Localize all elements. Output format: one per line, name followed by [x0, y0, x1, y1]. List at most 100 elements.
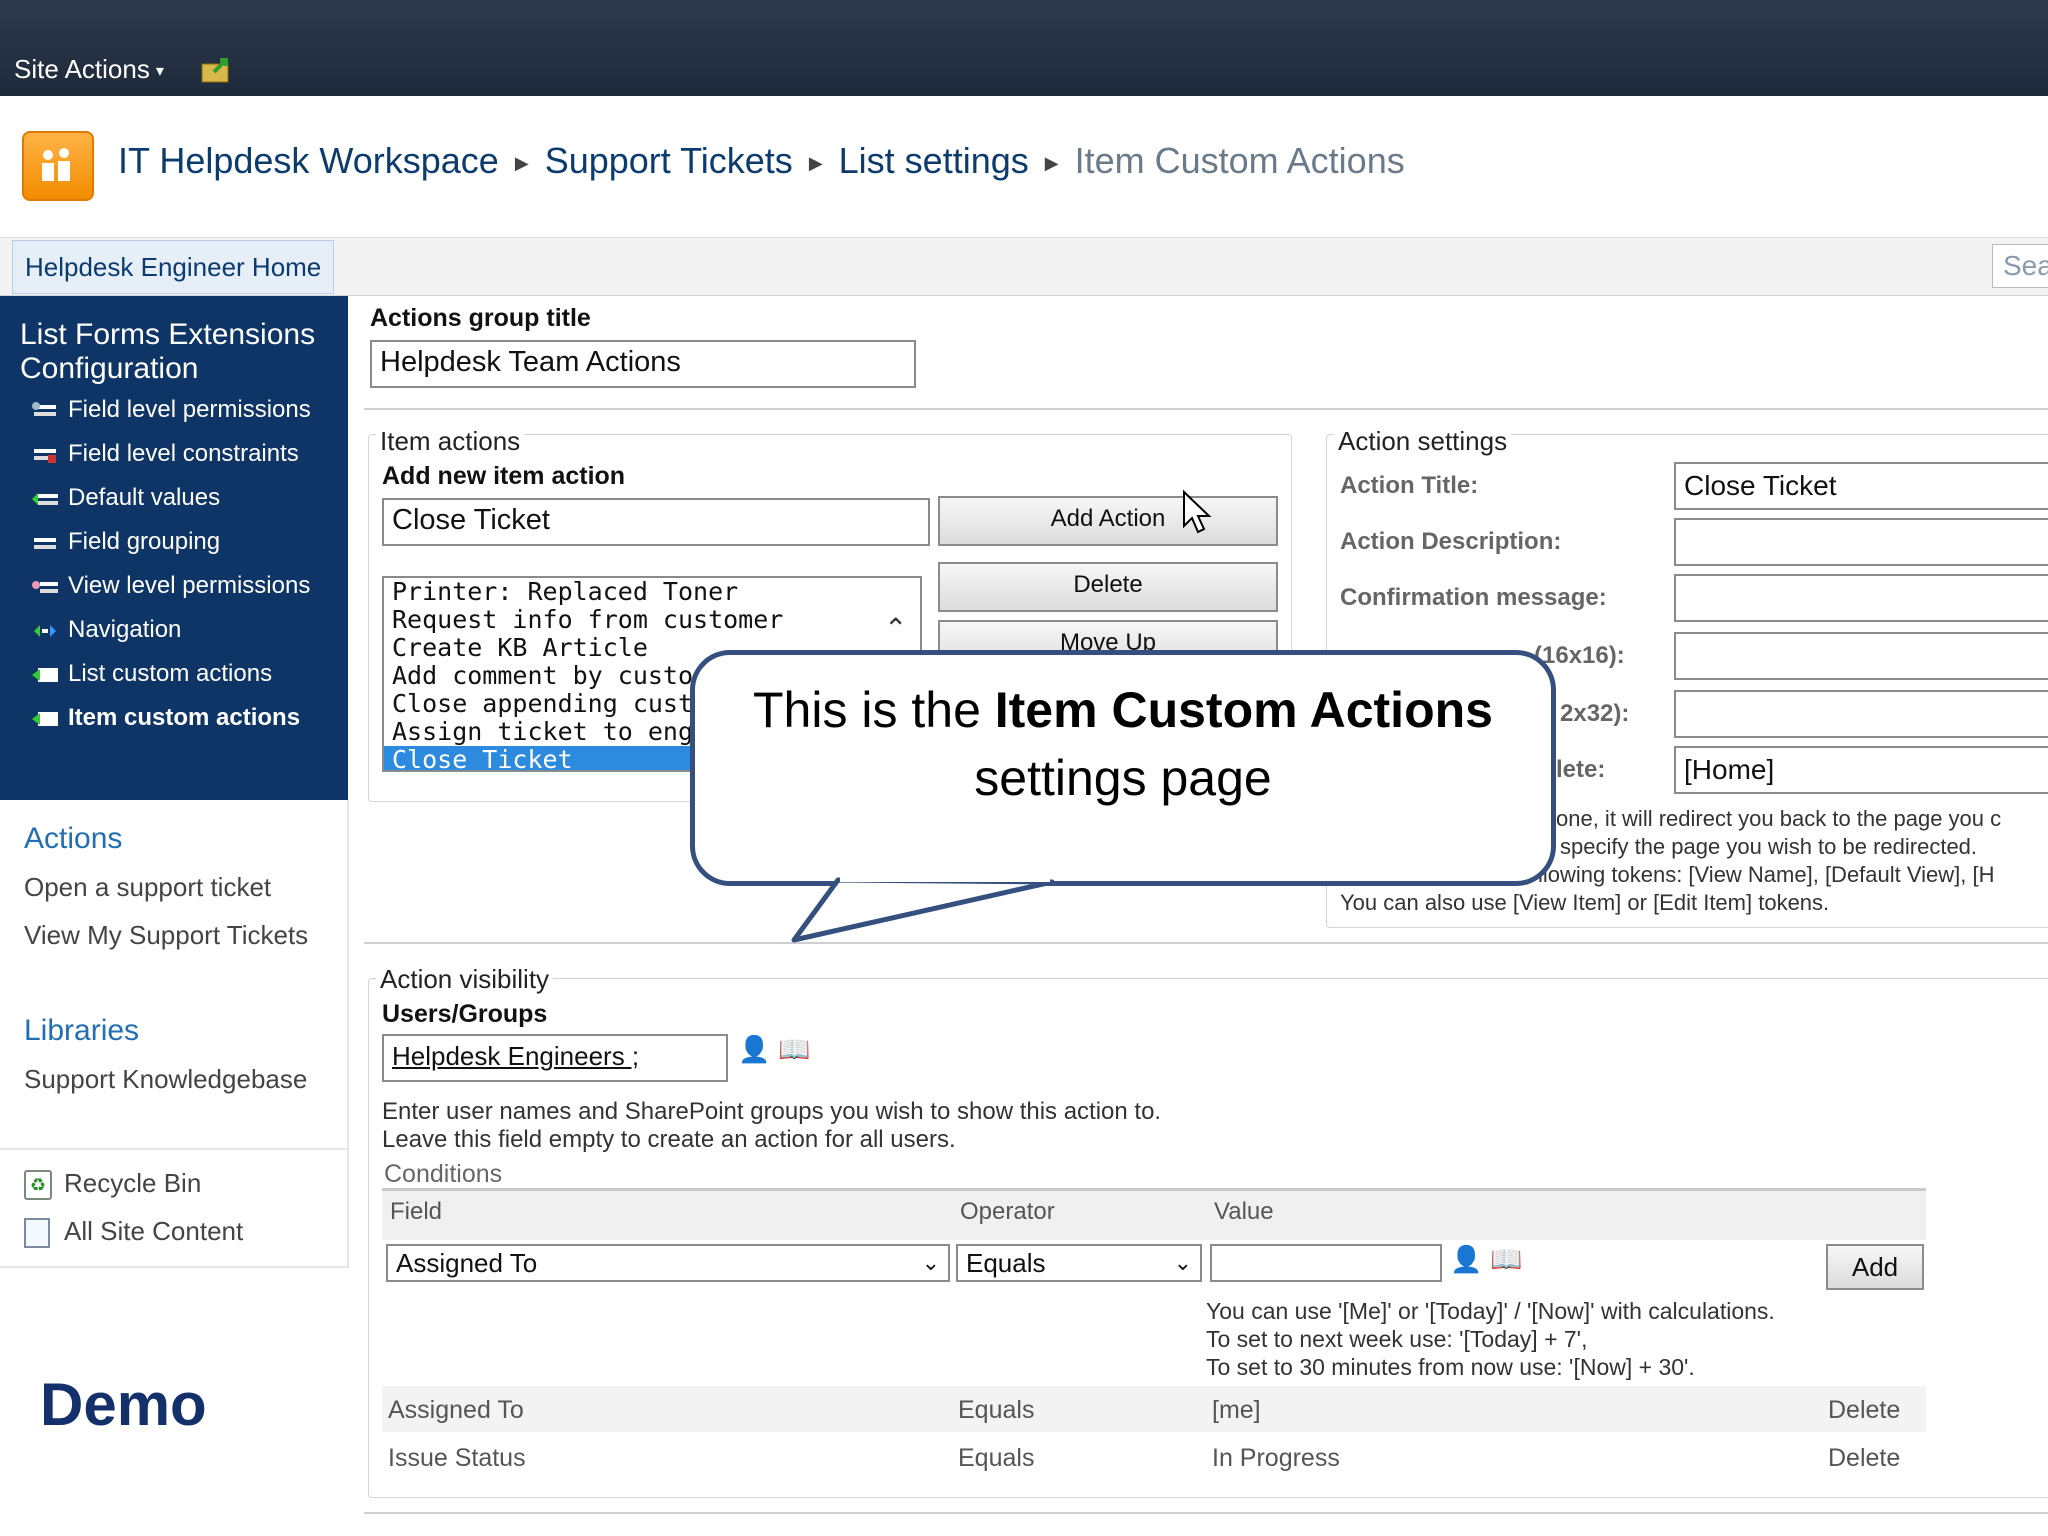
icon32-url-input[interactable] — [1674, 690, 2048, 738]
nav-label: Field level constraints — [68, 440, 299, 467]
delete-action-button[interactable]: Delete — [938, 562, 1278, 612]
navigation-icon — [34, 624, 56, 637]
users-groups-label: Users/Groups — [382, 1000, 548, 1028]
field-constraints-icon — [34, 448, 56, 463]
nav-default-values[interactable]: Default values — [30, 484, 220, 512]
item-actions-icon — [32, 711, 58, 726]
condition-operator: Equals — [958, 1396, 1035, 1424]
nav-field-grouping[interactable]: Field grouping — [30, 528, 220, 556]
condition-value-input[interactable] — [1210, 1244, 1442, 1282]
nav-navigation[interactable]: Navigation — [30, 616, 181, 644]
breadcrumb-current: Item Custom Actions — [1074, 140, 1405, 181]
arrow-right-icon: ▶ — [1044, 152, 1059, 173]
nav-label: Default values — [68, 484, 221, 511]
group-title-input[interactable]: Helpdesk Team Actions — [370, 340, 916, 388]
users-groups-input[interactable]: Helpdesk Engineers ; — [382, 1034, 728, 1082]
condition-value: [me] — [1212, 1396, 1261, 1424]
chevron-down-icon: ⌄ — [921, 1250, 940, 1275]
action-title-input[interactable]: Close Ticket — [1674, 462, 2048, 510]
new-action-input[interactable]: Close Ticket — [382, 498, 930, 546]
all-site-content-link[interactable]: All Site Content — [24, 1216, 244, 1249]
divider — [364, 1512, 2048, 1514]
arrow-right-icon: ▶ — [514, 152, 529, 173]
column-header-operator: Operator — [960, 1198, 1055, 1225]
icon16-url-input[interactable] — [1674, 632, 2048, 680]
breadcrumb-site[interactable]: IT Helpdesk Workspace — [118, 140, 499, 181]
column-header-value: Value — [1214, 1198, 1274, 1225]
search-input[interactable]: Sea — [1992, 244, 2048, 288]
confirmation-message-input[interactable] — [1674, 574, 2048, 622]
field-permissions-icon — [32, 401, 56, 416]
redirect-label: lete: — [1556, 756, 1606, 783]
list-item[interactable]: Request info from customer — [384, 606, 920, 634]
site-actions-menu[interactable]: Site Actions ▾ — [14, 54, 164, 85]
condition-field: Assigned To — [388, 1396, 524, 1424]
redirect-input[interactable]: [Home] — [1674, 746, 2048, 794]
add-action-button[interactable]: Add Action — [938, 496, 1278, 546]
tab-home[interactable]: Helpdesk Engineer Home — [12, 240, 335, 294]
nav-field-level-permissions[interactable]: Field level permissions — [30, 396, 311, 424]
nav-field-level-constraints[interactable]: Field level constraints — [30, 440, 299, 468]
group-title-label: Actions group title — [370, 304, 591, 332]
condition-operator-value: Equals — [966, 1248, 1046, 1278]
all-site-content-label: All Site Content — [64, 1216, 244, 1246]
condition-row: Assigned To Equals [me] Delete — [382, 1386, 1926, 1432]
navigate-up-icon[interactable] — [200, 52, 234, 86]
condition-operator-select[interactable]: Equals ⌄ — [956, 1244, 1202, 1282]
nav-label: Field level permissions — [68, 396, 311, 423]
add-condition-button[interactable]: Add — [1826, 1244, 1924, 1290]
divider — [0, 1266, 348, 1268]
nav-view-level-permissions[interactable]: View level permissions — [30, 572, 310, 600]
nav-item-custom-actions[interactable]: Item custom actions — [30, 704, 300, 732]
check-names-icon[interactable]: 👤 — [738, 1034, 770, 1064]
ribbon-bar — [0, 0, 2048, 96]
nav-label: Field grouping — [68, 528, 221, 555]
divider — [347, 800, 349, 1268]
breadcrumb-list[interactable]: Support Tickets — [545, 140, 793, 181]
people-picker-buttons: 👤 📖 — [738, 1034, 811, 1065]
condition-field-value: Assigned To — [396, 1248, 538, 1278]
confirmation-message-label: Confirmation message: — [1340, 584, 1607, 611]
list-actions-icon — [32, 667, 58, 682]
icon32-label: 2x32): — [1560, 700, 1630, 727]
view-permissions-icon — [32, 580, 58, 593]
redirect-hint: specify the page you wish to be redirect… — [1560, 834, 1978, 859]
redirect-hint: one, it will redirect you back to the pa… — [1556, 806, 2002, 831]
delete-condition-link[interactable]: Delete — [1828, 1444, 1900, 1473]
callout-text: This is the Item Custom Actions settings … — [700, 676, 1546, 812]
action-description-input[interactable] — [1674, 518, 2048, 566]
action-description-label: Action Description: — [1340, 528, 1562, 555]
nav-list-custom-actions[interactable]: List custom actions — [30, 660, 272, 688]
action-visibility-legend: Action visibility — [376, 964, 554, 995]
add-new-item-action-label: Add new item action — [382, 462, 626, 490]
condition-field-select[interactable]: Assigned To ⌄ — [386, 1244, 950, 1282]
list-item[interactable]: Printer: Replaced Toner — [384, 578, 920, 606]
check-names-icon[interactable]: 👤 — [1450, 1244, 1482, 1274]
quicklaunch-libraries-heading[interactable]: Libraries — [24, 1014, 139, 1048]
scroll-up-icon[interactable]: ⌃ — [884, 612, 907, 645]
column-header-field: Field — [390, 1198, 443, 1225]
value-picker-buttons: 👤 📖 — [1450, 1244, 1523, 1275]
delete-condition-link[interactable]: Delete — [1828, 1396, 1900, 1425]
item-actions-legend: Item actions — [376, 426, 525, 457]
condition-hint: To set to 30 minutes from now use: '[Now… — [1206, 1354, 1695, 1380]
address-book-icon[interactable]: 📖 — [1490, 1244, 1522, 1274]
condition-operator: Equals — [958, 1444, 1035, 1472]
condition-value: In Progress — [1212, 1444, 1340, 1472]
breadcrumb-settings[interactable]: List settings — [839, 140, 1029, 181]
breadcrumb: IT Helpdesk Workspace ▶ Support Tickets ▶ Li… — [118, 140, 1405, 182]
action-title-label: Action Title: — [1340, 472, 1479, 499]
condition-row: Issue Status Equals In Progress Delete — [382, 1434, 1926, 1480]
quicklaunch-knowledgebase[interactable]: Support Knowledgebase — [24, 1064, 307, 1095]
quicklaunch-my-tickets[interactable]: View My Support Tickets — [24, 920, 308, 951]
quicklaunch-actions-heading[interactable]: Actions — [24, 822, 122, 856]
users-hint: Leave this field empty to create an acti… — [382, 1126, 956, 1153]
field-grouping-icon — [34, 537, 56, 549]
recycle-bin-link[interactable]: ♻ Recycle Bin — [24, 1168, 201, 1201]
quicklaunch-open-ticket[interactable]: Open a support ticket — [24, 872, 271, 903]
site-logo-icon[interactable] — [22, 131, 94, 201]
nav-label: Navigation — [68, 616, 182, 643]
address-book-icon[interactable]: 📖 — [778, 1034, 810, 1064]
mouse-cursor-icon — [1183, 489, 1212, 534]
divider — [364, 942, 2048, 944]
